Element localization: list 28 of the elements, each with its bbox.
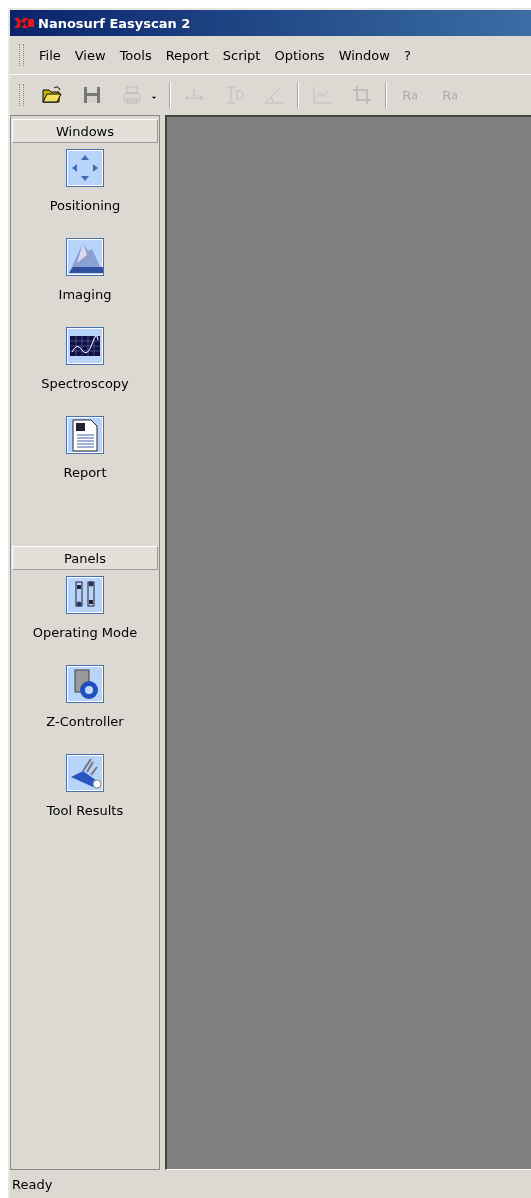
grip-handle[interactable] [19,84,24,106]
logo-icon [13,17,35,29]
document-icon[interactable] [66,416,104,454]
menu-item[interactable]: Options [267,47,332,63]
sidebar-item[interactable]: Imaging [58,287,112,302]
menu-item[interactable]: Window [331,47,397,63]
grip-handle[interactable] [19,44,24,66]
sliders-icon[interactable] [66,576,104,614]
graph-icon[interactable] [66,327,104,365]
sidebar-item[interactable]: Z-Controller [46,714,124,729]
window-title: Nanosurf Easyscan 2 [38,15,191,31]
open-icon[interactable] [41,84,63,106]
sidebar-item[interactable]: Spectroscopy [41,376,129,391]
menu-item[interactable]: View [67,47,113,63]
sidebar-item[interactable]: Operating Mode [32,625,138,640]
sidebar-item[interactable]: Positioning [49,198,121,213]
section-header[interactable]: Panels [12,546,158,570]
sidebar-item[interactable]: Report [63,465,107,480]
arrows-icon[interactable] [66,149,104,187]
menu-item[interactable]: File [32,47,68,63]
sidebar-item[interactable]: Tool Results [46,803,124,818]
menu-item[interactable]: Report [158,47,216,63]
mountain-icon[interactable] [66,238,104,276]
menu-item[interactable]: Script [215,47,268,63]
menu-item[interactable]: Tools [112,47,159,63]
section-header[interactable]: Windows [12,119,158,143]
status-text: Ready [12,1176,53,1192]
menu-item[interactable]: ? [396,47,418,63]
